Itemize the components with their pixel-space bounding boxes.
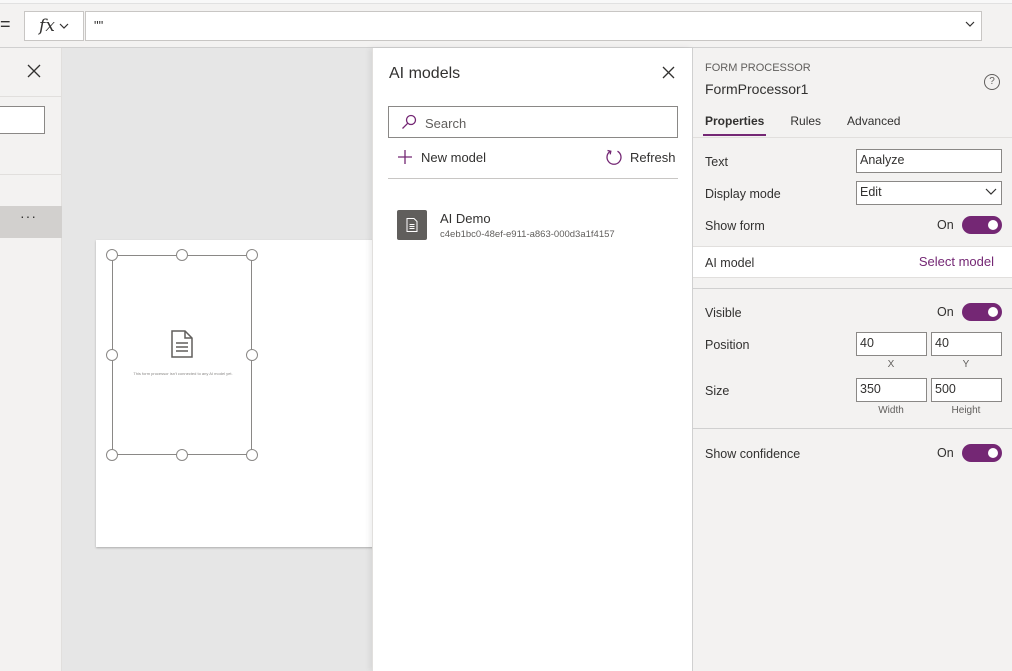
formula-input[interactable]: "" bbox=[85, 11, 982, 41]
properties-panel: FORM PROCESSOR FormProcessor1 ? Properti… bbox=[692, 48, 1012, 671]
size-label: Size bbox=[705, 384, 730, 398]
control-name[interactable]: FormProcessor1 bbox=[705, 81, 808, 97]
equals-sign: = bbox=[0, 14, 11, 34]
show-confidence-state: On bbox=[937, 446, 954, 460]
size-height-input[interactable]: 500 bbox=[931, 378, 1002, 402]
position-x-caption: X bbox=[887, 359, 895, 370]
ai-model-label: AI model bbox=[705, 256, 755, 270]
search-input[interactable] bbox=[425, 113, 665, 133]
ai-models-panel: AI models New model Refresh AI Demo c4eb… bbox=[372, 48, 692, 671]
new-model-label: New model bbox=[421, 149, 487, 165]
tab-properties[interactable]: Properties bbox=[702, 114, 767, 136]
chevron-down-icon bbox=[985, 188, 997, 195]
divider bbox=[388, 178, 678, 179]
show-form-label: Show form bbox=[705, 219, 765, 233]
show-confidence-toggle-group: On bbox=[937, 444, 1002, 462]
control-type-label: FORM PROCESSOR bbox=[705, 62, 811, 74]
divider bbox=[693, 428, 1012, 429]
plus-icon bbox=[398, 150, 412, 164]
model-name: AI Demo bbox=[440, 211, 491, 226]
size-width-caption: Width bbox=[878, 405, 904, 416]
resize-handle-top-right[interactable] bbox=[246, 249, 258, 261]
divider bbox=[0, 174, 62, 175]
refresh-icon bbox=[606, 149, 622, 165]
top-strip bbox=[0, 0, 1012, 4]
ai-model-row: AI model Select model bbox=[693, 246, 1012, 278]
search-icon bbox=[402, 114, 417, 129]
divider bbox=[693, 288, 1012, 289]
visible-toggle[interactable] bbox=[961, 303, 1002, 321]
resize-handle-bottom-right[interactable] bbox=[246, 449, 258, 461]
document-icon bbox=[171, 330, 193, 358]
show-form-toggle[interactable] bbox=[961, 216, 1002, 234]
tab-advanced[interactable]: Advanced bbox=[847, 114, 900, 136]
ai-model-list-item[interactable]: AI Demo c4eb1bc0-48ef-e911-a863-000d3a1f… bbox=[397, 208, 677, 242]
form-processor-control[interactable]: This form processor isn't connected to a… bbox=[112, 255, 252, 455]
refresh-button[interactable]: Refresh bbox=[605, 148, 676, 166]
visible-state: On bbox=[937, 305, 954, 319]
form-processor-message: This form processor isn't connected to a… bbox=[133, 371, 233, 376]
fx-icon: fx bbox=[39, 16, 55, 36]
position-y-caption: Y bbox=[962, 359, 970, 370]
show-form-state: On bbox=[937, 218, 954, 232]
divider bbox=[0, 96, 62, 97]
visible-toggle-group: On bbox=[937, 303, 1002, 321]
help-icon[interactable]: ? bbox=[984, 74, 1000, 90]
resize-handle-left[interactable] bbox=[106, 349, 118, 361]
model-id: c4eb1bc0-48ef-e911-a863-000d3a1f4157 bbox=[440, 229, 615, 240]
left-panel: ··· bbox=[0, 48, 62, 671]
formula-text: "" bbox=[94, 18, 104, 33]
resize-handle-bottom[interactable] bbox=[176, 449, 188, 461]
close-icon[interactable] bbox=[662, 66, 675, 79]
size-width-input[interactable]: 350 bbox=[856, 378, 927, 402]
property-tabs: Properties Rules Advanced bbox=[702, 114, 926, 136]
fx-dropdown-button[interactable]: fx bbox=[24, 11, 84, 41]
position-x-input[interactable]: 40 bbox=[856, 332, 927, 356]
resize-handle-right[interactable] bbox=[246, 349, 258, 361]
display-mode-value: Edit bbox=[860, 185, 882, 199]
formula-expand-icon[interactable] bbox=[965, 21, 975, 27]
show-confidence-toggle[interactable] bbox=[961, 444, 1002, 462]
close-icon[interactable] bbox=[27, 64, 41, 78]
show-form-toggle-group: On bbox=[937, 216, 1002, 234]
ai-models-search-box[interactable] bbox=[388, 106, 678, 138]
left-search-input[interactable] bbox=[0, 106, 45, 134]
refresh-label: Refresh bbox=[630, 149, 676, 165]
ai-models-title: AI models bbox=[389, 65, 461, 82]
position-label: Position bbox=[705, 338, 750, 352]
display-mode-label: Display mode bbox=[705, 187, 781, 201]
chevron-down-icon bbox=[59, 23, 69, 29]
new-model-button[interactable]: New model bbox=[397, 149, 486, 165]
divider bbox=[693, 137, 1012, 138]
text-property-label: Text bbox=[705, 155, 728, 169]
resize-handle-top[interactable] bbox=[176, 249, 188, 261]
formula-bar: = fx "" bbox=[0, 0, 1012, 48]
text-property-input[interactable]: Analyze bbox=[856, 149, 1002, 173]
resize-handle-bottom-left[interactable] bbox=[106, 449, 118, 461]
tab-rules[interactable]: Rules bbox=[790, 114, 821, 136]
visible-label: Visible bbox=[705, 306, 742, 320]
select-model-link[interactable]: Select model bbox=[919, 254, 994, 269]
resize-handle-top-left[interactable] bbox=[106, 249, 118, 261]
display-mode-select[interactable]: Edit bbox=[856, 181, 1002, 205]
position-y-input[interactable]: 40 bbox=[931, 332, 1002, 356]
model-tile bbox=[397, 210, 427, 240]
show-confidence-label: Show confidence bbox=[705, 447, 801, 461]
more-options-icon[interactable]: ··· bbox=[20, 208, 37, 224]
size-height-caption: Height bbox=[951, 405, 981, 416]
document-icon bbox=[406, 218, 418, 232]
